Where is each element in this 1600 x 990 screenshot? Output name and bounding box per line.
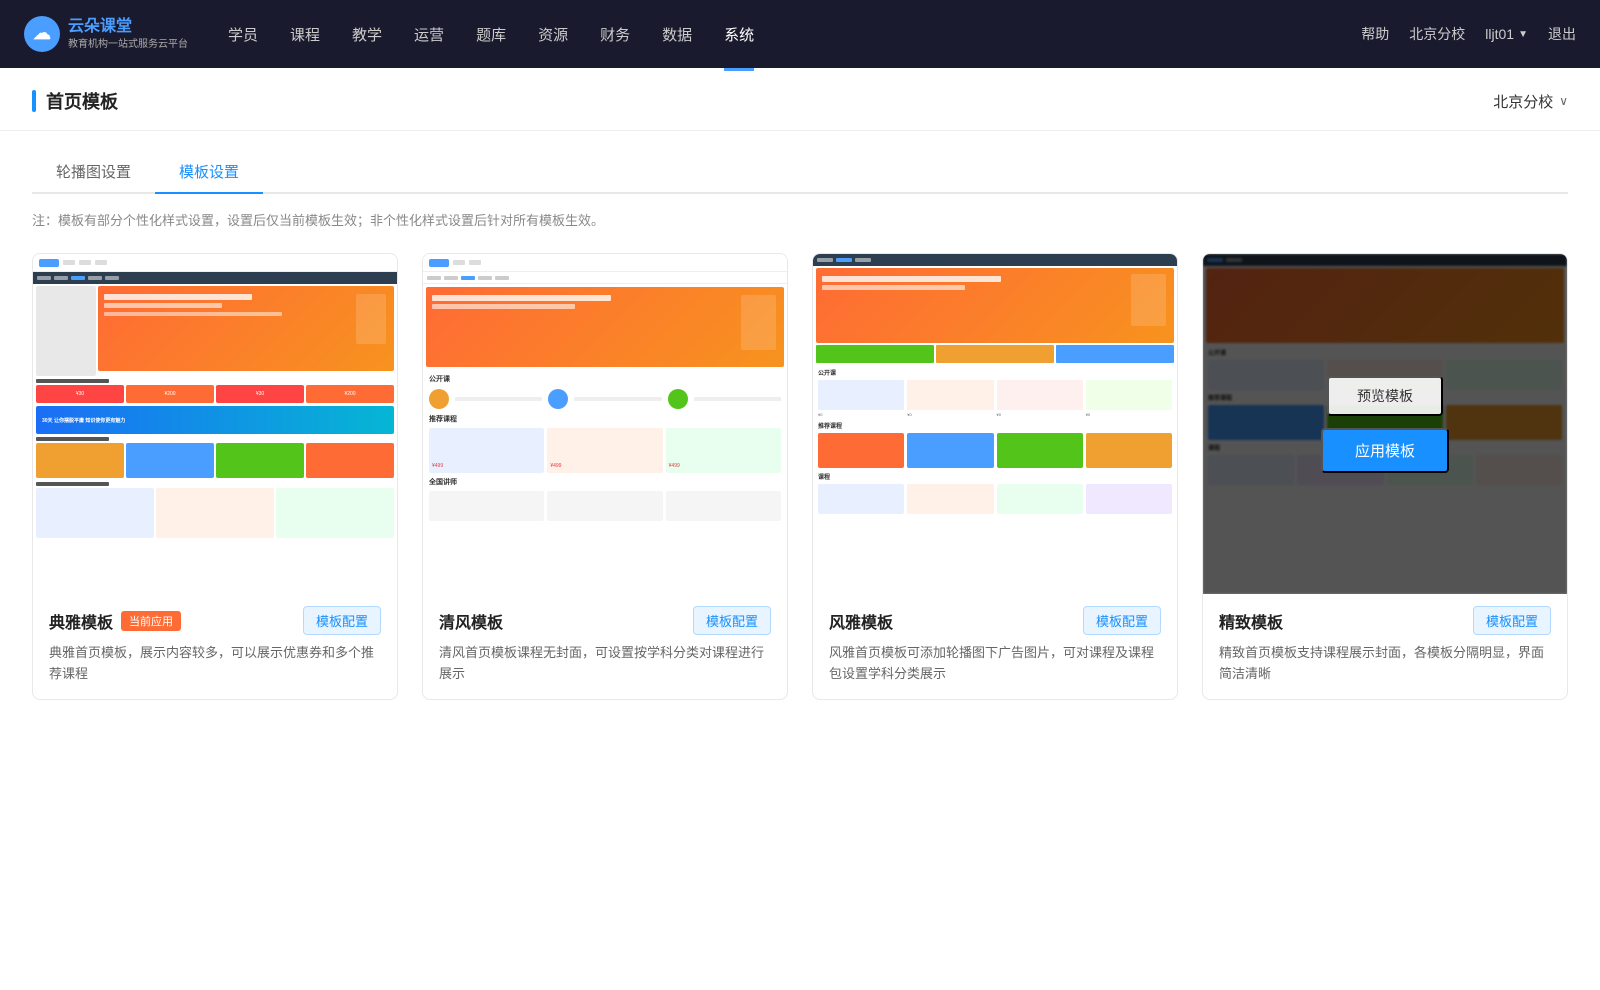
template-desc-2: 清风首页模板课程无封面，可设置按学科分类对课程进行展示 [439,643,771,685]
template-card-1: ¥30 ¥200 ¥30 ¥200 30天 让你摆脱平庸 知识使你更有魅力 [32,253,398,700]
template-name-wrap-1: 典雅模板 当前应用 [49,609,181,633]
config-btn-2[interactable]: 模板配置 [693,606,771,635]
nav-questions[interactable]: 题库 [476,20,506,49]
navbar-right: 帮助 北京分校 lljt01 ▼ 退出 [1361,24,1576,44]
template-footer-2: 清风模板 模板配置 清风首页模板课程无封面，可设置按学科分类对课程进行展示 [423,594,787,699]
nav-finance[interactable]: 财务 [600,20,630,49]
template-desc-1: 典雅首页模板，展示内容较多，可以展示优惠券和多个推荐课程 [49,643,381,685]
username: lljt01 [1485,26,1514,42]
branch-selector[interactable]: 北京分校 ∨ [1493,91,1568,112]
page-title: 首页模板 [46,88,118,114]
tabs-wrap: 轮播图设置 模板设置 [0,131,1600,194]
branch-link[interactable]: 北京分校 [1409,24,1465,44]
preview-template-btn[interactable]: 预览模板 [1327,376,1443,416]
page-header: 首页模板 北京分校 ∨ [0,68,1600,131]
nav-resources[interactable]: 资源 [538,20,568,49]
template-card-2: 公开课 推荐课程 ¥499 [422,253,788,700]
tab-carousel[interactable]: 轮播图设置 [32,151,155,194]
nav-system[interactable]: 系统 [724,20,754,49]
nav-courses[interactable]: 课程 [290,20,320,49]
template-name-wrap-3: 风雅模板 [829,609,893,633]
template-footer-3: 风雅模板 模板配置 风雅首页模板可添加轮播图下广告图片，可对课程及课程包设置学科… [813,594,1177,699]
template-footer-1: 典雅模板 当前应用 模板配置 典雅首页模板，展示内容较多，可以展示优惠券和多个推… [33,594,397,699]
user-dropdown[interactable]: lljt01 ▼ [1485,26,1528,42]
template-preview-4: 公开课 推荐课程 课程 [1203,254,1567,594]
logo-brand: 云朵课堂 [68,16,188,38]
tab-template[interactable]: 模板设置 [155,151,263,194]
nav-data[interactable]: 数据 [662,20,692,49]
template-footer-4: 精致模板 模板配置 精致首页模板支持课程展示封面，各模板分隔明显，界面简洁清晰 [1203,594,1567,699]
logo-icon: ☁ [24,16,60,52]
template-card-3: 公开课 ¥0 ¥0 ¥0 ¥0 推荐课程 [812,253,1178,700]
note-wrap: 注：模板有部分个性化样式设置，设置后仅当前模板生效；非个性化样式设置后针对所有模… [0,194,1600,245]
template-preview-2: 公开课 推荐课程 ¥499 [423,254,787,594]
template-name-1: 典雅模板 [49,609,113,633]
branch-dropdown-arrow: ∨ [1559,94,1568,108]
template-name-4: 精致模板 [1219,609,1283,633]
page-title-bar [32,90,36,112]
template-preview-1: ¥30 ¥200 ¥30 ¥200 30天 让你摆脱平庸 知识使你更有魅力 [33,254,397,594]
template-name-3: 风雅模板 [829,609,893,633]
apply-template-btn[interactable]: 应用模板 [1321,428,1449,473]
page-container: 首页模板 北京分校 ∨ 轮播图设置 模板设置 注：模板有部分个性化样式设置，设置… [0,68,1600,990]
config-btn-1[interactable]: 模板配置 [303,606,381,635]
page-title-wrap: 首页模板 [32,88,118,114]
tabs: 轮播图设置 模板设置 [32,151,1568,194]
nav-links: 学员 课程 教学 运营 题库 资源 财务 数据 系统 [228,20,1361,49]
logout-link[interactable]: 退出 [1548,24,1576,44]
nav-operations[interactable]: 运营 [414,20,444,49]
template-desc-3: 风雅首页模板可添加轮播图下广告图片，可对课程及课程包设置学科分类展示 [829,643,1161,685]
logo-text: 云朵课堂 教育机构一站式服务云平台 [68,16,188,52]
logo-sub: 教育机构一站式服务云平台 [68,38,188,52]
navbar: ☁ 云朵课堂 教育机构一站式服务云平台 学员 课程 教学 运营 题库 资源 财务… [0,0,1600,68]
template-card-4: 公开课 推荐课程 课程 [1202,253,1568,700]
note-text: 注：模板有部分个性化样式设置，设置后仅当前模板生效；非个性化样式设置后针对所有模… [32,213,604,228]
template-grid: ¥30 ¥200 ¥30 ¥200 30天 让你摆脱平庸 知识使你更有魅力 [0,245,1600,740]
template-name-wrap-4: 精致模板 [1219,609,1283,633]
config-btn-4[interactable]: 模板配置 [1473,606,1551,635]
template-name-2: 清风模板 [439,609,503,633]
nav-teaching[interactable]: 教学 [352,20,382,49]
config-btn-3[interactable]: 模板配置 [1083,606,1161,635]
branch-name: 北京分校 [1493,91,1553,112]
current-badge-1: 当前应用 [121,611,181,631]
nav-students[interactable]: 学员 [228,20,258,49]
user-dropdown-arrow: ▼ [1518,29,1528,40]
help-link[interactable]: 帮助 [1361,24,1389,44]
template-name-wrap-2: 清风模板 [439,609,503,633]
template-preview-3: 公开课 ¥0 ¥0 ¥0 ¥0 推荐课程 [813,254,1177,594]
template-overlay-4: 预览模板 应用模板 [1203,254,1567,594]
template-desc-4: 精致首页模板支持课程展示封面，各模板分隔明显，界面简洁清晰 [1219,643,1551,685]
logo[interactable]: ☁ 云朵课堂 教育机构一站式服务云平台 [24,16,188,52]
